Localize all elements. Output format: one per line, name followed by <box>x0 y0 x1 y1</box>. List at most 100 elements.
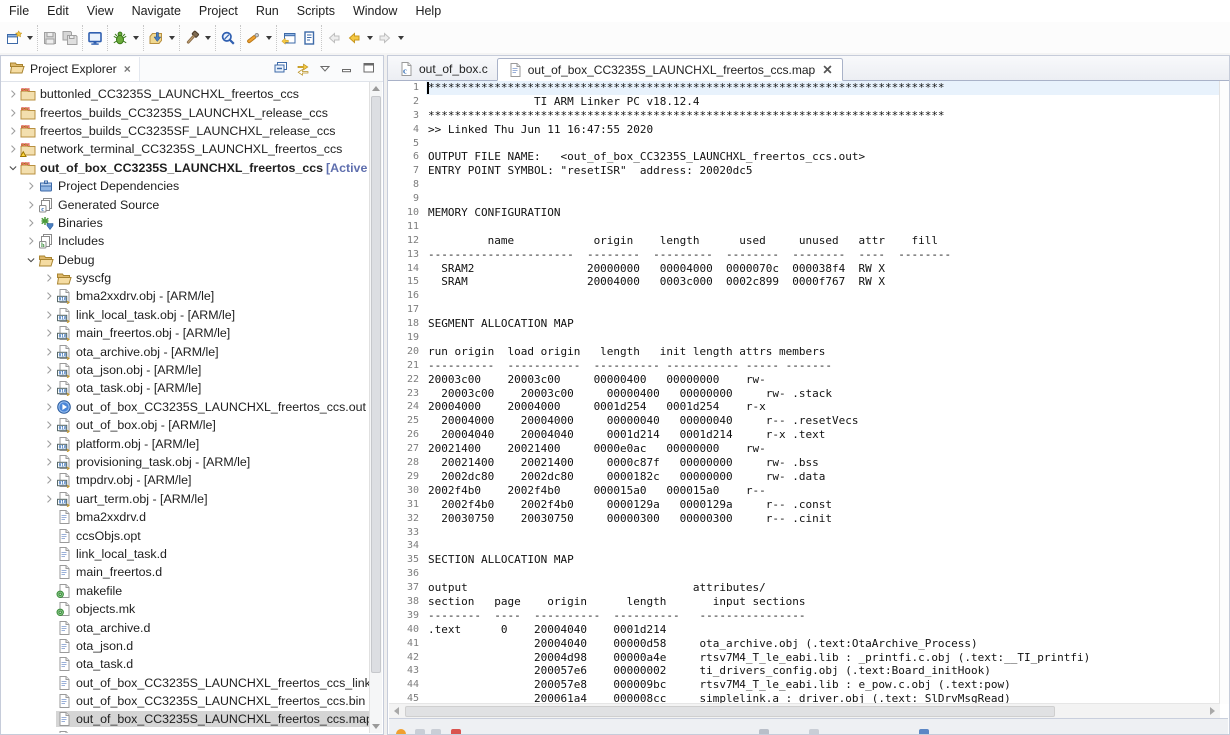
bottom-panel-tab-stub[interactable] <box>396 729 406 734</box>
line-text[interactable]: 20003c00 20003c00 00000400 00000000 rw- <box>426 373 1220 387</box>
chevron-right-icon[interactable] <box>42 474 56 486</box>
editor-line[interactable]: 18SEGMENT ALLOCATION MAP <box>389 317 1220 331</box>
highlight-dropdown-icon[interactable] <box>266 36 272 40</box>
open-resource-button[interactable] <box>299 28 319 48</box>
tree-item[interactable]: 010out_of_box.obj - [ARM/le] <box>2 416 370 434</box>
tree-item[interactable]: cGenerated Source <box>2 195 370 213</box>
line-text[interactable] <box>426 192 1220 206</box>
tree-item-body[interactable]: ccsfreertos_builds_CC3235S_LAUNCHXL_rele… <box>20 105 331 121</box>
tree-item-body[interactable]: 010link_local_task.obj - [ARM/le] <box>56 307 238 323</box>
tree-item[interactable]: 010provisioning_task.obj - [ARM/le] <box>2 453 370 471</box>
editor-line[interactable]: 6OUTPUT FILE NAME: <out_of_box_CC3235S_L… <box>389 150 1220 164</box>
editor-line[interactable]: 2 TI ARM Linker PC v18.12.4 <box>389 95 1220 109</box>
editor-content[interactable]: 1***************************************… <box>389 81 1220 704</box>
line-text[interactable] <box>426 303 1220 317</box>
explorer-vertical-scrollbar[interactable] <box>369 82 382 733</box>
editor-line[interactable]: 43 200057e6 00000002 ti_drivers_config.o… <box>389 664 1220 678</box>
editor-line[interactable]: 12 name origin length used unused attr f… <box>389 234 1220 248</box>
editor-line[interactable]: 8 <box>389 178 1220 192</box>
new-wizard-dropdown-icon[interactable] <box>27 36 33 40</box>
menu-view[interactable]: View <box>78 2 123 20</box>
line-text[interactable]: 20004040 20004040 0001d214 0001d214 r-x … <box>426 428 1220 442</box>
editor-line[interactable]: 3***************************************… <box>389 109 1220 123</box>
scroll-left-icon[interactable] <box>394 707 399 715</box>
tree-item-body[interactable]: hIncludes <box>38 233 107 249</box>
tree-item[interactable]: Binaries <box>2 214 370 232</box>
tree-item[interactable]: makefile <box>2 582 370 600</box>
line-text[interactable]: 20004d98 00000a4e rtsv7M4_T_le_eabi.lib … <box>426 651 1220 665</box>
tree-item-body[interactable] <box>56 730 79 733</box>
chevron-right-icon[interactable] <box>6 107 20 119</box>
tree-item[interactable]: ccsfreertos_builds_CC3235S_LAUNCHXL_rele… <box>2 103 370 121</box>
chevron-right-icon[interactable] <box>42 327 56 339</box>
editor-tab[interactable]: out_of_box_CC3235S_LAUNCHXL_freertos_ccs… <box>497 58 843 81</box>
tree-item[interactable]: syscfg <box>2 269 370 287</box>
tree-item-body[interactable]: cGenerated Source <box>38 197 162 213</box>
editor-line[interactable]: 7ENTRY POINT SYMBOL: "resetISR" address:… <box>389 164 1220 178</box>
chevron-right-icon[interactable] <box>6 125 20 137</box>
chevron-right-icon[interactable] <box>42 346 56 358</box>
tree-item[interactable]: ccsObjs.opt <box>2 526 370 544</box>
tree-item-selected[interactable]: out_of_box_CC3235S_LAUNCHXL_freertos_ccs… <box>56 711 370 727</box>
editor-line[interactable]: 25 20004000 20004000 00000040 00000040 r… <box>389 414 1220 428</box>
tree-item-body[interactable]: ota_task.d <box>56 656 136 672</box>
chevron-right-icon[interactable] <box>42 364 56 376</box>
line-text[interactable] <box>426 289 1220 303</box>
chevron-right-icon[interactable] <box>42 382 56 394</box>
chevron-right-icon[interactable] <box>42 309 56 321</box>
build-button[interactable] <box>182 28 202 48</box>
chevron-right-icon[interactable] <box>6 143 20 155</box>
editor-line[interactable]: 16 <box>389 289 1220 303</box>
chevron-down-icon[interactable] <box>6 162 20 174</box>
line-text[interactable]: .text 0 20004040 0001d214 <box>426 623 1220 637</box>
tree-item[interactable]: Debug <box>2 251 370 269</box>
menu-project[interactable]: Project <box>190 2 247 20</box>
bottom-panel-tab-stub[interactable] <box>759 729 769 734</box>
bottom-panel-tab-stub[interactable] <box>431 729 441 734</box>
chevron-right-icon[interactable] <box>6 88 20 100</box>
minimize-button[interactable] <box>337 58 357 78</box>
line-text[interactable]: ENTRY POINT SYMBOL: "resetISR" address: … <box>426 164 1220 178</box>
tree-item[interactable]: 010tmpdrv.obj - [ARM/le] <box>2 471 370 489</box>
line-text[interactable]: SRAM2 20000000 00004000 0000070c 000038f… <box>426 262 1220 276</box>
chevron-right-icon[interactable] <box>24 180 38 192</box>
tree-item-body[interactable]: link_local_task.d <box>56 546 170 562</box>
editor-line[interactable]: 302002f4b0 2002f4b0 000015a0 000015a0 r-… <box>389 484 1220 498</box>
line-text[interactable]: ---------- ----------- ---------- ------… <box>426 359 1220 373</box>
editor-line[interactable]: 44 200057e8 000009bc rtsv7M4_T_le_eabi.l… <box>389 678 1220 692</box>
tree-item-body[interactable]: ccsObjs.opt <box>56 528 144 544</box>
line-text[interactable] <box>426 331 1220 345</box>
editor-line[interactable]: 1***************************************… <box>389 81 1220 95</box>
editor-line[interactable]: 29 2002dc80 2002dc80 0000182c 00000000 r… <box>389 470 1220 484</box>
line-text[interactable]: run origin load origin length init lengt… <box>426 345 1220 359</box>
tree-item[interactable]: hIncludes <box>2 232 370 250</box>
tree-item-body[interactable]: 010tmpdrv.obj - [ARM/le] <box>56 472 194 488</box>
tree-item[interactable] <box>2 729 370 733</box>
line-text[interactable]: 20021400 20021400 0000e0ac 00000000 rw- <box>426 442 1220 456</box>
editor-line[interactable]: 40.text 0 20004040 0001d214 <box>389 623 1220 637</box>
editor-line[interactable]: 19 <box>389 331 1220 345</box>
console-button[interactable] <box>85 28 105 48</box>
scroll-right-icon[interactable] <box>1210 707 1215 715</box>
tree-item[interactable]: main_freertos.d <box>2 563 370 581</box>
chevron-right-icon[interactable] <box>42 493 56 505</box>
tree-item[interactable]: ccsnetwork_terminal_CC3235S_LAUNCHXL_fre… <box>2 140 370 158</box>
editor-line[interactable]: 37output attributes/ <box>389 581 1220 595</box>
flash-dropdown-icon[interactable] <box>169 36 175 40</box>
search-button[interactable] <box>218 28 238 48</box>
forward-button[interactable] <box>375 28 395 48</box>
line-text[interactable]: TI ARM Linker PC v18.12.4 <box>426 95 1220 109</box>
editor-line[interactable]: 39-------- ---- ---------- ---------- --… <box>389 609 1220 623</box>
editor-line[interactable]: 17 <box>389 303 1220 317</box>
menu-navigate[interactable]: Navigate <box>123 2 190 20</box>
editor-line[interactable]: 32 20030750 20030750 00000300 00000300 r… <box>389 512 1220 526</box>
tree-item[interactable]: ccsbuttonled_CC3235S_LAUNCHXL_freertos_c… <box>2 85 370 103</box>
tree-item[interactable]: objects.mk <box>2 600 370 618</box>
line-text[interactable]: ---------------------- -------- --------… <box>426 248 1220 262</box>
line-text[interactable] <box>426 526 1220 540</box>
tree-item-body[interactable]: 010out_of_box.obj - [ARM/le] <box>56 417 219 433</box>
tree-item-body[interactable]: ccsout_of_box_CC3235S_LAUNCHXL_freertos_… <box>20 160 326 176</box>
tree-item-body[interactable]: objects.mk <box>56 601 138 617</box>
chevron-right-icon[interactable] <box>42 438 56 450</box>
build-dropdown-icon[interactable] <box>205 36 211 40</box>
